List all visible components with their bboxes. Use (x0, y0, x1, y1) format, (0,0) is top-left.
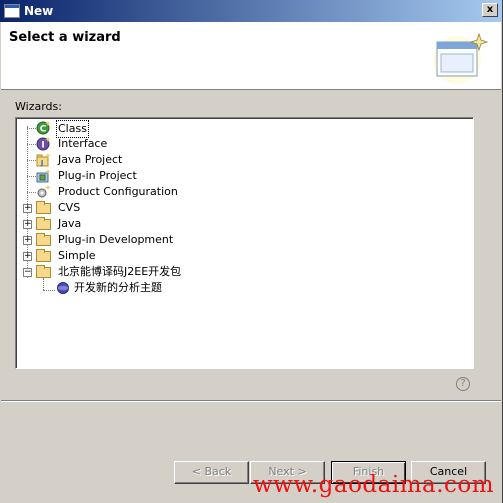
svg-text:J: J (40, 159, 44, 167)
expand-toggle[interactable]: + (23, 220, 32, 229)
window-icon (4, 4, 20, 18)
topic-icon (57, 282, 69, 294)
svg-text:C: C (40, 125, 47, 135)
tree-item-label: Plug-in Project (58, 169, 137, 182)
java-project-icon: J (36, 153, 51, 167)
tree-guide-line (27, 128, 36, 129)
folder-icon (36, 265, 51, 278)
tree-guide-line (43, 278, 44, 290)
expand-toggle[interactable]: + (23, 252, 32, 261)
title-bar: New x (0, 0, 502, 22)
tree-item-label: 开发新的分析主题 (74, 281, 162, 294)
class-icon: C (36, 121, 51, 135)
help-icon[interactable]: ? (456, 377, 470, 391)
folder-icon (36, 217, 51, 230)
interface-icon: I (36, 137, 51, 151)
tree-item-label: Plug-in Development (58, 233, 174, 246)
plugin-project-icon (36, 169, 51, 183)
folder-icon (36, 233, 51, 246)
expand-toggle[interactable]: + (23, 236, 32, 245)
tree-item-label: Interface (58, 137, 108, 150)
tree-guide-line (27, 144, 36, 145)
tree-guide-line (43, 290, 55, 291)
new-wizard-banner-icon (433, 32, 489, 84)
product-config-icon (37, 185, 51, 198)
wizard-tree[interactable]: C Class I Interface J Java Project Plug-… (15, 117, 474, 369)
expand-toggle[interactable]: + (23, 204, 32, 213)
tree-item-label: Java Project (58, 153, 123, 166)
watermark: www.gaodaima.com (253, 472, 495, 498)
wizard-header: Select a wizard (1, 22, 501, 90)
page-title: Select a wizard (9, 30, 121, 45)
folder-icon (36, 201, 51, 214)
back-button[interactable]: < Back (174, 461, 249, 484)
collapse-toggle[interactable]: − (23, 268, 32, 277)
svg-text:I: I (41, 141, 44, 151)
tree-item-label: Java (58, 217, 82, 230)
tree-item-label: 北京能博译码J2EE开发包 (58, 265, 182, 278)
tree-item-label: Simple (58, 249, 96, 262)
wizards-label: Wizards: (15, 100, 62, 113)
tree-guide-line (27, 192, 36, 193)
tree-guide-line (27, 176, 36, 177)
tree-guide-line (27, 160, 36, 161)
button-separator (1, 400, 501, 402)
tree-item-label: Product Configuration (58, 185, 178, 198)
window-title: New (24, 4, 54, 18)
tree-item-label: CVS (58, 201, 81, 214)
new-wizard-dialog: New x Select a wizard Wizards: C Class I (0, 0, 503, 503)
folder-icon (36, 249, 51, 262)
close-button[interactable]: x (482, 3, 498, 17)
